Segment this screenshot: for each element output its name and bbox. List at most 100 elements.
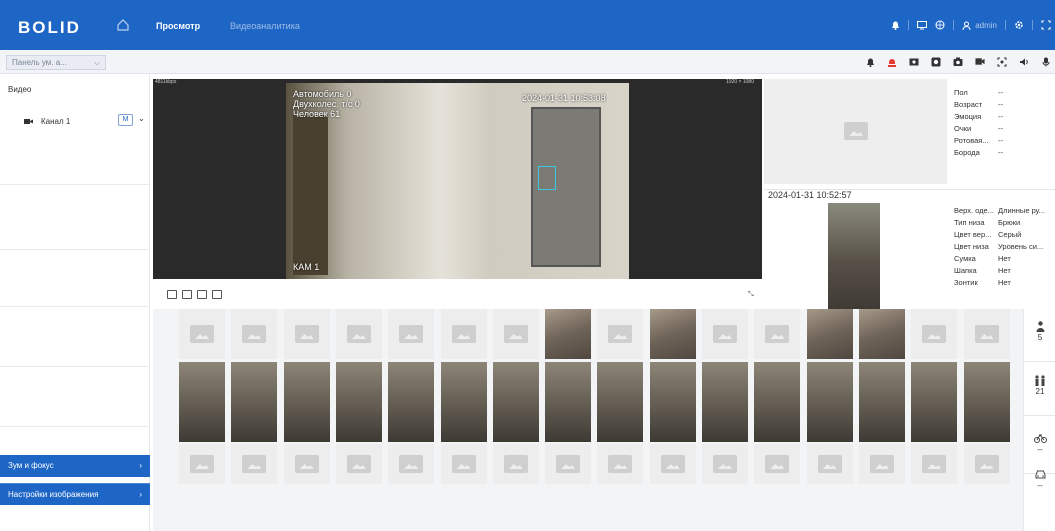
snapshot-thumbnail[interactable] <box>911 362 958 442</box>
snapshot-thumbnail[interactable] <box>597 362 644 442</box>
attribute-row: Верх. оде... Длинные ру... <box>954 205 1045 217</box>
attribute-row: Ротовая... -- <box>954 135 1003 147</box>
attribute-row: Цвет вер... Серый <box>954 229 1045 241</box>
image-placeholder-icon <box>294 455 319 473</box>
video-record-icon[interactable] <box>975 56 985 67</box>
divider <box>0 184 150 185</box>
snapshot-thumbnail[interactable] <box>649 309 696 359</box>
pip-icon[interactable] <box>212 290 222 299</box>
video-timestamp: 2024-01-31 10:53:08 <box>522 93 606 103</box>
snapshot-thumbnail[interactable] <box>335 362 382 442</box>
chevron-down-icon[interactable]: ⌄ <box>138 114 145 123</box>
user-icon <box>962 21 971 30</box>
snapshot-thumbnail[interactable] <box>806 309 853 359</box>
detection-box <box>538 166 556 190</box>
snapshot-thumbnail[interactable] <box>806 362 853 442</box>
image-placeholder-icon <box>503 455 528 473</box>
attribute-key: Шапка <box>954 266 977 275</box>
globe-icon[interactable] <box>935 20 945 30</box>
image-placeholder-icon <box>974 455 999 473</box>
image-placeholder-icon <box>190 455 214 473</box>
bell-icon[interactable] <box>865 56 875 67</box>
snapshot-thumbnail[interactable] <box>702 362 748 442</box>
overlay-two-wheelers: Двухколес. т/с 0 <box>293 99 360 109</box>
fullscreen-icon[interactable] <box>1041 20 1051 30</box>
counter-bicycle[interactable]: -- <box>1024 433 1055 454</box>
snapshot-thumbnail[interactable] <box>440 362 487 442</box>
bell-icon[interactable] <box>890 20 900 30</box>
expand-icon[interactable]: ⤡ <box>748 291 754 299</box>
counter-person[interactable]: 5 <box>1024 321 1055 342</box>
divider <box>0 249 150 250</box>
live-video[interactable]: 4811kbps 1920 × 1080 Автомобиль 0 Двухко… <box>153 79 762 279</box>
image-settings-label: Настройки изображения <box>8 490 99 499</box>
attribute-row: Тип низа Брюки <box>954 217 1045 229</box>
monitor-icon[interactable] <box>917 20 928 30</box>
settings-icon[interactable] <box>1014 20 1024 30</box>
talk-icon[interactable] <box>1041 56 1051 67</box>
zoom-focus-button[interactable]: Зум и фокус › <box>0 455 150 477</box>
record-icon[interactable] <box>909 56 919 67</box>
camera-icon[interactable] <box>953 56 963 67</box>
snapshot-thumbnail[interactable] <box>179 362 225 442</box>
digital-zoom-icon[interactable] <box>997 56 1007 67</box>
attribute-key: Верх. оде... <box>954 206 994 215</box>
two-split-icon[interactable] <box>182 290 192 299</box>
aspect-ratio-icon[interactable] <box>167 290 177 299</box>
snapshot-thumbnail[interactable] <box>283 362 330 442</box>
counter-people[interactable]: 21 <box>1024 375 1055 396</box>
snapshot-placeholder <box>231 309 278 359</box>
body-snapshot[interactable] <box>828 203 880 309</box>
snapshot-placeholder <box>492 444 539 484</box>
top-right-controls: admin <box>890 16 1055 34</box>
attribute-key: Пол <box>954 88 968 97</box>
separator <box>953 20 955 30</box>
image-placeholder-icon <box>608 325 633 343</box>
tab-video-analytics[interactable]: Видеоаналитика <box>230 21 300 31</box>
attribute-value: Серый <box>998 230 1022 239</box>
snapshot-placeholder <box>754 309 801 359</box>
stream-badge[interactable]: M <box>118 114 133 126</box>
snapshot-gallery <box>153 309 1023 531</box>
snapshot-thumbnail[interactable] <box>963 362 1010 442</box>
snapshot-thumbnail[interactable] <box>545 309 592 359</box>
snapshot-icon[interactable] <box>931 56 941 67</box>
car-icon <box>1024 469 1055 481</box>
image-settings-button[interactable]: Настройки изображения › <box>0 483 150 505</box>
bolid-logo[interactable]: BOLID <box>18 18 86 36</box>
attribute-key: Эмоция <box>954 112 982 121</box>
image-placeholder-icon <box>190 325 214 343</box>
fit-window-icon[interactable] <box>197 290 207 299</box>
home-icon[interactable] <box>116 18 130 32</box>
body-attributes: Верх. оде... Длинные ру... Тип низа Брюки Цв… <box>954 205 1045 289</box>
attribute-panel: Пол -- Возраст -- Эмоция -- Очки -- Ротовая... --… <box>764 79 1055 309</box>
tab-view[interactable]: Просмотр <box>156 21 200 31</box>
user-menu[interactable]: admin <box>962 21 997 30</box>
snapshot-thumbnail[interactable] <box>649 362 696 442</box>
snapshot-placeholder <box>283 309 330 359</box>
snapshot-thumbnail[interactable] <box>545 362 592 442</box>
channel-item[interactable]: Канал 1 <box>24 117 70 126</box>
snapshot-thumbnail[interactable] <box>754 362 801 442</box>
attribute-row: Зонтик Нет <box>954 277 1045 289</box>
panel-layout-select[interactable]: Панель ум. а... ⌵ <box>6 55 106 70</box>
chevron-right-icon: › <box>139 490 142 499</box>
snapshot-thumbnail[interactable] <box>388 362 435 442</box>
attribute-value: -- <box>998 124 1003 133</box>
snapshot-thumbnail[interactable] <box>858 362 905 442</box>
face-snapshot-placeholder <box>764 79 947 184</box>
chevron-down-icon: ⌵ <box>93 58 100 67</box>
attribute-value: -- <box>998 112 1003 121</box>
attribute-row: Цвет низа Уровень си... <box>954 241 1045 253</box>
alarm-icon[interactable] <box>887 56 897 67</box>
snapshot-thumbnail[interactable] <box>231 362 278 442</box>
snapshot-thumbnail[interactable] <box>858 309 905 359</box>
attribute-key: Очки <box>954 124 972 133</box>
snapshot-thumbnail[interactable] <box>492 362 539 442</box>
counter-car[interactable]: -- <box>1024 469 1055 490</box>
image-placeholder-icon <box>974 325 999 343</box>
attribute-row: Пол -- <box>954 87 1003 99</box>
counter-value: 21 <box>1035 387 1045 396</box>
audio-icon[interactable] <box>1019 56 1029 67</box>
attribute-row: Эмоция -- <box>954 111 1003 123</box>
